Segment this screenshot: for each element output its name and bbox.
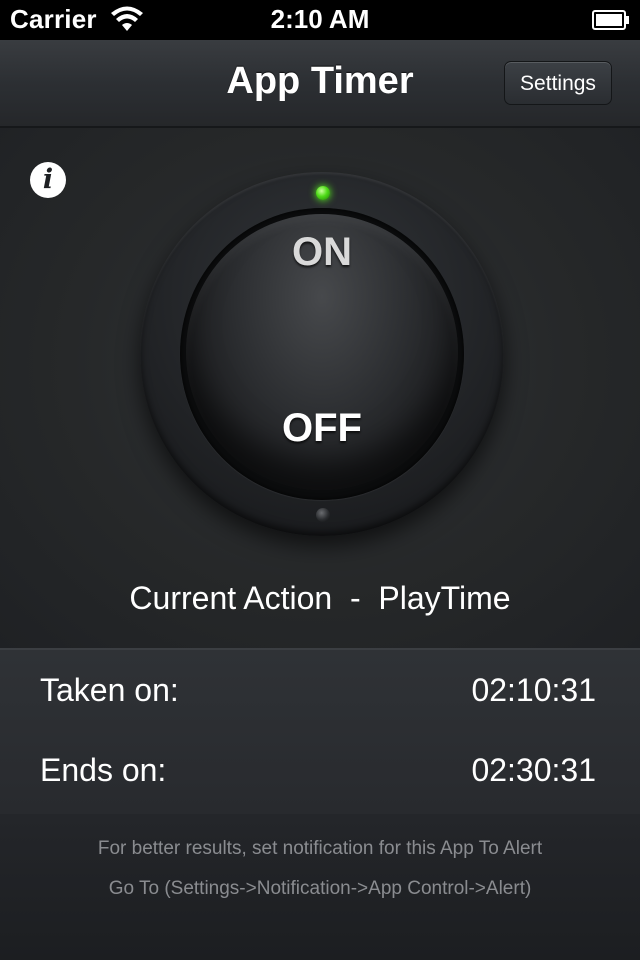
- main-panel: i ON OFF Current Action - PlayTime: [0, 128, 640, 648]
- ends-on-row: Ends on: 02:30:31: [0, 752, 640, 792]
- taken-on-value: 02:10:31: [471, 672, 596, 708]
- notification-path-hint: Go To (Settings->Notification->App Contr…: [108, 878, 532, 899]
- settings-button[interactable]: Settings: [504, 61, 612, 105]
- notification-hint: For better results, set notification for…: [97, 838, 543, 859]
- info-icon[interactable]: i: [30, 162, 66, 198]
- ends-on-label: Ends on:: [40, 752, 167, 788]
- status-bar: Carrier 2:10 AM: [0, 0, 640, 40]
- on-indicator-light: [316, 186, 330, 200]
- taken-on-label: Taken on:: [40, 672, 179, 708]
- status-time: 2:10 AM: [270, 4, 370, 34]
- navigation-bar: App Timer Settings: [0, 40, 640, 128]
- battery-icon: [592, 10, 629, 30]
- current-action-label: Current Action - PlayTime: [129, 580, 511, 616]
- ends-on-value: 02:30:31: [471, 752, 596, 788]
- on-off-switch[interactable]: ON OFF: [140, 172, 504, 536]
- times-panel: Taken on: 02:10:31 Ends on: 02:30:31: [0, 648, 640, 816]
- footer: For better results, set notification for…: [0, 814, 640, 960]
- off-indicator-light: [316, 508, 330, 522]
- on-label[interactable]: ON: [140, 230, 504, 275]
- off-label[interactable]: OFF: [140, 406, 504, 451]
- taken-on-row: Taken on: 02:10:31: [0, 672, 640, 712]
